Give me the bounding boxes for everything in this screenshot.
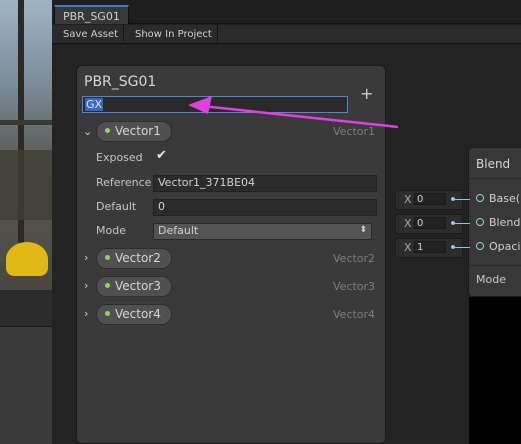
- hard-hat-object: [6, 242, 48, 276]
- property-pill-vector2[interactable]: Vector2: [96, 248, 172, 269]
- show-in-project-button[interactable]: Show In Project: [130, 25, 218, 44]
- blend-node-preview: [469, 297, 521, 444]
- exposed-checkbox[interactable]: ✔: [156, 149, 169, 162]
- selected-text: GX: [85, 98, 104, 111]
- blackboard-title: PBR_SG01: [84, 74, 157, 90]
- property-type-label: Vector2: [333, 252, 376, 265]
- property-pill-vector1[interactable]: Vector1: [96, 121, 172, 142]
- property-type-label: Vector4: [333, 308, 376, 321]
- chevron-down-icon[interactable]: ⌄: [83, 125, 92, 138]
- graph-toolbar: Save Asset Show In Project: [52, 25, 521, 44]
- exposed-label: Exposed: [96, 151, 143, 164]
- property-dot-icon: [105, 283, 110, 288]
- input-wire: [454, 223, 470, 224]
- blend-port-opacity[interactable]: Opaci: [470, 239, 521, 255]
- port-circle-icon: [476, 242, 484, 250]
- property-pill-vector4[interactable]: Vector4: [96, 304, 172, 325]
- port-circle-icon: [476, 194, 484, 202]
- annotation-arrow-icon: [188, 96, 399, 129]
- port-circle-icon: [476, 218, 484, 226]
- mode-dropdown[interactable]: Default ⬍: [153, 223, 372, 240]
- mode-label: Mode: [96, 224, 126, 237]
- property-dot-icon: [105, 128, 110, 133]
- property-dot-icon: [105, 311, 110, 316]
- input-wire: [454, 199, 470, 200]
- reference-field[interactable]: Vector1_371BE04: [153, 175, 377, 192]
- scene-view-preview: [0, 0, 52, 290]
- dropdown-arrows-icon: ⬍: [359, 225, 367, 235]
- save-asset-button[interactable]: Save Asset: [58, 25, 125, 44]
- divider: [469, 178, 521, 179]
- property-pill-vector3[interactable]: Vector3: [96, 276, 172, 297]
- reference-label: Reference: [96, 176, 152, 189]
- property-type-label: Vector3: [333, 280, 376, 293]
- chevron-right-icon[interactable]: ›: [84, 251, 88, 264]
- input-wire: [454, 247, 470, 248]
- blend-mode-label: Mode: [476, 273, 506, 286]
- property-dot-icon: [105, 255, 110, 260]
- default-field[interactable]: 0: [153, 199, 377, 216]
- left-panel-lower: [0, 290, 52, 444]
- chevron-right-icon[interactable]: ›: [84, 307, 88, 320]
- tab-pbr-sg01[interactable]: PBR_SG01: [54, 5, 129, 24]
- blend-port-blend[interactable]: Blend(: [470, 215, 521, 231]
- blend-port-base[interactable]: Base(1: [470, 191, 521, 207]
- chevron-right-icon[interactable]: ›: [84, 279, 88, 292]
- blend-node-title: Blend: [476, 157, 511, 171]
- divider: [469, 265, 521, 266]
- default-label: Default: [96, 200, 137, 213]
